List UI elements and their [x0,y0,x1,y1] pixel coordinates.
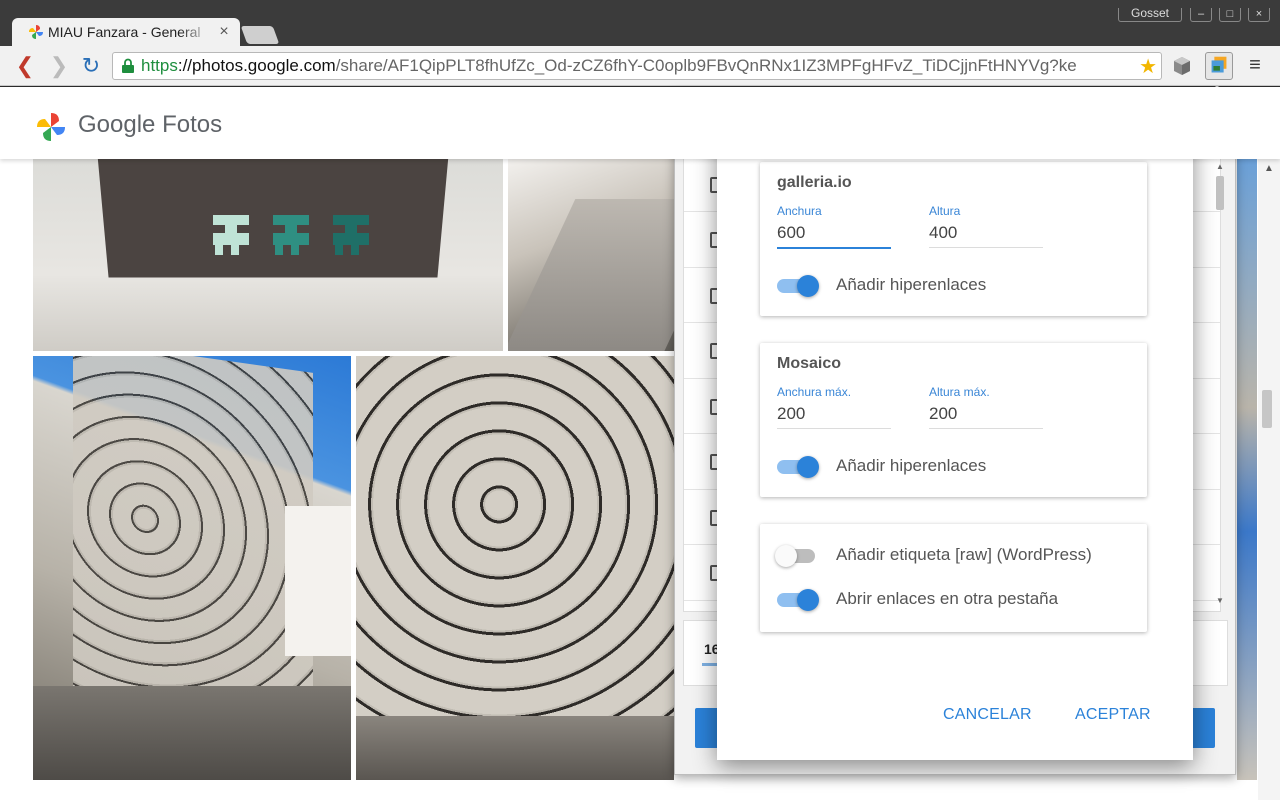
accept-button[interactable]: ACEPTAR [1075,706,1151,724]
popup-scroll-thumb[interactable] [1216,176,1224,210]
photos-stack-icon [1211,56,1227,73]
galleria-width-label: Anchura [777,204,822,218]
url-scheme: https [141,56,178,75]
mosaic-links-toggle[interactable] [777,456,819,478]
settings-dialog: galleria.io Anchura 600 Altura 400 Añadi… [717,106,1193,760]
galleria-height-input[interactable]: 400 [929,223,1043,247]
browser-toolbar: ❮ ❯ ↻ https://photos.google.com/share/AF… [0,46,1280,86]
browser-menu-icon[interactable]: ≡ [1246,54,1264,77]
galleria-title: galleria.io [777,174,852,191]
forward-arrow-icon[interactable]: ❯ [46,52,72,80]
mosaic-height-label: Altura máx. [929,385,990,399]
mural-glyph [333,215,369,255]
cube-extension-icon[interactable] [1172,56,1192,76]
toggle-knob [775,545,797,567]
miau-extension-button[interactable] [1205,52,1233,80]
window-user-badge[interactable]: Gosset [1118,8,1182,22]
bookmark-star-icon[interactable]: ★ [1139,54,1157,79]
cancel-button[interactable]: CANCELAR [943,706,1032,724]
galleria-width-underline [777,247,891,249]
mural-glyph [213,215,249,255]
new-tab-label[interactable]: Abrir enlaces en otra pestaña [836,589,1058,609]
galleria-links-label[interactable]: Añadir hiperenlaces [836,275,986,295]
google-photos-header: Google Fotos [0,87,1280,159]
raw-tag-label[interactable]: Añadir etiqueta [raw] (WordPress) [836,545,1092,565]
mosaic-height-input[interactable]: 200 [929,404,1043,428]
tab-title: MIAU Fanzara - General [48,24,201,40]
window-close-button[interactable]: × [1248,8,1270,22]
photo-mural-wall-closeup[interactable] [356,356,674,780]
galleria-height-field[interactable]: Altura 400 [929,204,1043,248]
mural-glyph [273,215,309,255]
mosaic-height-field[interactable]: Altura máx. 200 [929,385,1043,429]
toggle-knob [797,275,819,297]
window-minimize-button[interactable]: – [1190,8,1212,22]
popup-scroll-up-icon[interactable]: ▲ [1216,162,1224,171]
photo-right-edge[interactable] [1237,159,1257,780]
reload-icon[interactable]: ↻ [78,52,104,80]
logo-google-word: Google [78,111,156,138]
tab-close-icon[interactable]: × [216,23,232,41]
mosaic-card: Mosaico Anchura máx. 200 Altura máx. 200… [760,343,1147,497]
toggle-knob [797,456,819,478]
mosaic-height-underline [929,428,1043,429]
url-host: photos.google.com [192,56,336,75]
google-photos-pinwheel-icon [37,113,65,141]
new-tab-toggle[interactable] [777,589,819,611]
photo-mural-plate[interactable] [33,159,503,351]
mosaic-width-label: Anchura máx. [777,385,852,399]
galleria-links-toggle[interactable] [777,275,819,297]
address-bar[interactable]: https://photos.google.com/share/AF1QipPL… [112,52,1162,80]
back-arrow-icon[interactable]: ❮ [12,52,38,80]
photo-mural-building-left[interactable] [33,356,351,780]
mosaic-width-underline [777,428,891,429]
street-pavement [508,199,674,351]
page-scroll-up-icon[interactable]: ▲ [1264,163,1274,174]
popup-scroll-down-icon[interactable]: ▼ [1216,596,1224,605]
browser-titlebar: MIAU Fanzara - General × Gosset – □ × [0,0,1280,46]
mosaic-width-field[interactable]: Anchura máx. 200 [777,385,891,429]
page-scrollbar[interactable] [1258,159,1280,800]
mosaic-title: Mosaico [777,355,842,372]
raw-tag-toggle[interactable] [775,545,819,567]
mosaic-links-label[interactable]: Añadir hiperenlaces [836,456,986,476]
logo-product-word: Fotos [162,111,223,138]
page-scroll-thumb[interactable] [1262,390,1272,428]
window-maximize-button[interactable]: □ [1219,8,1241,22]
new-tab-button[interactable] [240,26,280,44]
street-ground [356,716,674,780]
mosaic-width-input[interactable]: 200 [777,404,891,428]
galleria-height-label: Altura [929,204,961,218]
toggle-knob [797,589,819,611]
white-house [285,506,351,656]
lock-icon [122,58,134,73]
photo-narrow-street[interactable] [508,159,674,351]
pinwheel-favicon-icon [29,25,43,39]
url-separator: :// [177,56,193,75]
galleria-card: galleria.io Anchura 600 Altura 400 Añadi… [760,162,1147,316]
galleria-height-underline [929,247,1043,248]
url-path: /share/AF1QipPLT8fhUfZc_Od-zCZ6fhY-C0opl… [335,56,1077,75]
street-ground [33,686,351,780]
google-photos-logo-text[interactable]: Google Fotos [78,111,222,139]
browser-tab-active[interactable]: MIAU Fanzara - General × [12,18,240,46]
options-card: Añadir etiqueta [raw] (WordPress) Abrir … [760,524,1147,632]
galleria-width-field[interactable]: Anchura 600 [777,204,891,249]
galleria-width-input[interactable]: 600 [777,223,891,247]
